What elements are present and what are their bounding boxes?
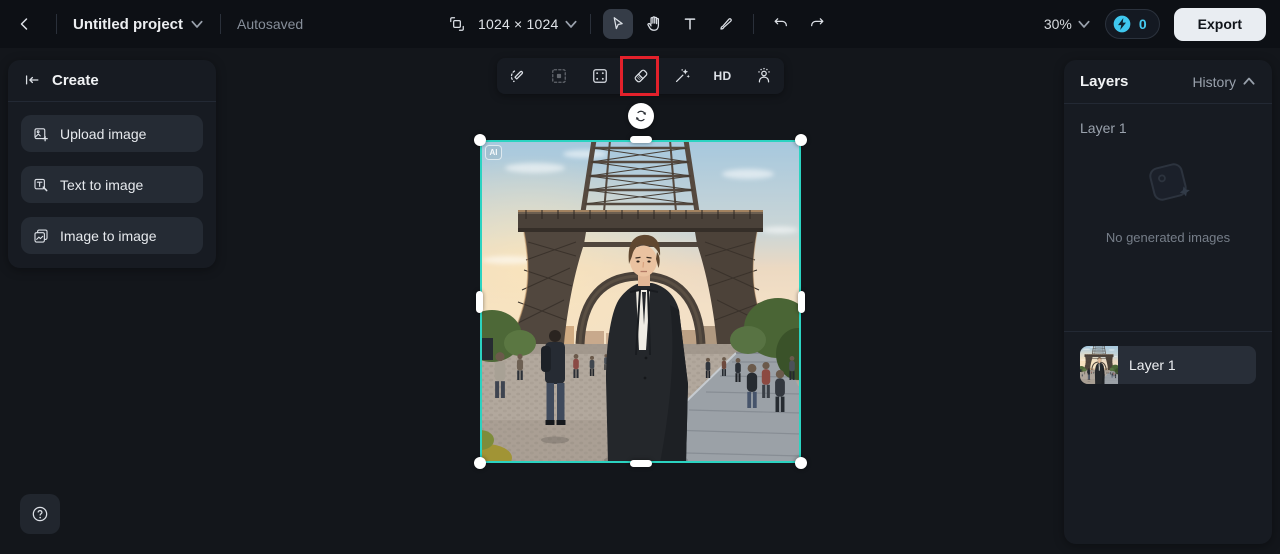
divider — [56, 14, 57, 34]
text-tool-button[interactable] — [675, 9, 705, 39]
tab-layers[interactable]: Layers — [1080, 73, 1128, 90]
canvas-toolbar: HD — [497, 58, 784, 94]
divider — [220, 14, 222, 34]
help-button[interactable] — [20, 494, 60, 534]
upload-image-icon — [34, 127, 48, 141]
select-tool-button[interactable] — [603, 9, 634, 39]
project-name-dropdown[interactable]: Untitled project — [73, 16, 204, 33]
region-select-icon — [551, 69, 566, 83]
text-to-image-icon — [34, 178, 48, 191]
chevron-left-icon — [20, 18, 28, 30]
collapse-left-icon — [25, 74, 39, 85]
create-panel: Create Upload image Text to image Image … — [8, 60, 216, 268]
eraser-icon — [634, 69, 647, 83]
resize-handle-bottom[interactable] — [629, 460, 652, 467]
export-button[interactable]: Export — [1173, 7, 1266, 41]
undo-icon — [774, 18, 788, 27]
divider — [1064, 331, 1272, 332]
tab-history[interactable]: History — [1192, 74, 1256, 90]
layer-group-label: Layer 1 — [1080, 120, 1127, 136]
help-icon — [32, 506, 48, 522]
resize-handle-top-right[interactable] — [795, 134, 807, 146]
upload-image-label: Upload image — [60, 125, 147, 142]
resize-handle-top-left[interactable] — [474, 134, 486, 146]
text-to-image-button[interactable]: Text to image — [21, 166, 203, 203]
generated-image — [480, 140, 801, 463]
undo-button[interactable] — [766, 9, 796, 39]
region-select-tool[interactable] — [538, 58, 579, 94]
credits-coin-icon — [1113, 15, 1131, 33]
cursor-icon — [614, 17, 624, 30]
image-to-image-button[interactable]: Image to image — [21, 217, 203, 254]
layer-item[interactable]: Layer 1 — [1080, 346, 1256, 384]
magic-wand-icon — [675, 69, 690, 83]
rotate-icon — [635, 110, 646, 122]
create-panel-title: Create — [52, 72, 99, 89]
canvas-size-value[interactable]: 1024 × 1024 — [478, 16, 558, 32]
zoom-level-dropdown[interactable]: 30% — [1044, 16, 1091, 32]
empty-state-text: No generated images — [1105, 230, 1231, 245]
collapse-panel-button[interactable] — [22, 71, 42, 91]
resize-handle-bottom-left[interactable] — [474, 457, 486, 469]
upload-image-button[interactable]: Upload image — [21, 115, 203, 152]
brush-tool-button[interactable] — [711, 9, 741, 39]
eraser-tool[interactable] — [620, 58, 661, 94]
canvas-size-button[interactable] — [442, 9, 472, 39]
character-portrait-icon — [757, 67, 770, 83]
chevron-down-icon — [191, 20, 203, 28]
ai-badge: AI — [485, 145, 502, 160]
text-to-image-label: Text to image — [60, 176, 144, 193]
autosave-status: Autosaved — [237, 16, 304, 32]
frame-icon — [592, 69, 607, 83]
layers-panel: Layers History Layer 1 No generated imag… — [1064, 60, 1272, 544]
frame-tool[interactable] — [579, 58, 620, 94]
image-to-image-label: Image to image — [60, 227, 157, 244]
layer-item-label: Layer 1 — [1129, 357, 1176, 373]
credits-badge[interactable]: 0 — [1104, 9, 1160, 39]
back-button[interactable] — [10, 9, 40, 39]
layer-thumbnail — [1080, 346, 1118, 384]
redo-icon — [811, 18, 824, 27]
inpaint-select-tool[interactable] — [497, 58, 538, 94]
hand-icon — [647, 16, 660, 31]
redo-button[interactable] — [802, 9, 832, 39]
hand-tool-button[interactable] — [639, 9, 669, 39]
top-bar: Untitled project Autosaved 1024 × 1024 3… — [0, 0, 1280, 48]
credits-count: 0 — [1138, 16, 1147, 32]
chevron-down-icon[interactable] — [564, 17, 578, 31]
chevron-up-icon — [1243, 77, 1255, 85]
resize-handle-bottom-right[interactable] — [795, 457, 807, 469]
brush-icon — [720, 18, 733, 30]
hd-upscale-tool[interactable]: HD — [702, 58, 743, 94]
chevron-down-icon — [1078, 20, 1090, 28]
project-title: Untitled project — [73, 15, 184, 33]
magic-edit-tool[interactable] — [661, 58, 702, 94]
zoom-level-value: 30% — [1043, 16, 1072, 32]
empty-gallery-icon — [1149, 163, 1190, 201]
app-window: Untitled project Autosaved 1024 × 1024 3… — [0, 0, 1280, 554]
divider — [590, 14, 592, 34]
character-tool[interactable] — [743, 58, 784, 94]
resize-handle-left[interactable] — [476, 290, 483, 313]
inpaint-brush-icon — [510, 69, 523, 83]
canvas-layer[interactable]: AI — [474, 103, 807, 469]
generations-empty-state: No generated images — [1064, 156, 1272, 245]
image-to-image-icon — [34, 228, 48, 243]
divider — [753, 14, 755, 34]
resize-handle-top[interactable] — [629, 136, 652, 143]
rotate-handle[interactable] — [627, 103, 654, 129]
hd-label: HD — [713, 69, 732, 83]
text-icon — [685, 18, 696, 30]
history-label: History — [1192, 73, 1236, 90]
resize-canvas-icon — [450, 17, 464, 31]
resize-handle-right[interactable] — [798, 290, 805, 313]
